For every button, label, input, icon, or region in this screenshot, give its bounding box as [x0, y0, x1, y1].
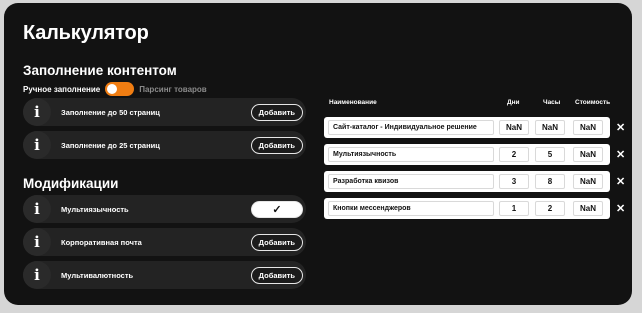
check-icon[interactable]: ✓ — [251, 200, 303, 218]
column-header-name: Наименование — [329, 99, 377, 106]
row-name: Кнопки мессенджеров — [328, 201, 494, 216]
row-name: Разработка квизов — [328, 174, 494, 189]
option-label: Заполнение до 25 страниц — [61, 140, 160, 150]
fill-mode-switch[interactable] — [105, 82, 135, 96]
page-title: Калькулятор — [23, 22, 149, 44]
table-row: Кнопки мессенджеров 1 2 NaN — [324, 198, 610, 219]
option-label: Заполнение до 50 страниц — [61, 107, 160, 117]
option-row: i Мультиязычность ✓ — [23, 195, 306, 223]
info-icon[interactable]: i — [23, 261, 51, 289]
info-icon[interactable]: i — [23, 195, 51, 223]
row-cost: NaN — [573, 174, 603, 189]
add-button[interactable]: Добавить — [250, 103, 303, 121]
row-days[interactable]: 3 — [499, 174, 529, 189]
modifications-heading: Модификации — [23, 176, 119, 191]
add-button[interactable]: Добавить — [250, 136, 303, 154]
row-hours[interactable]: NaN — [535, 120, 565, 135]
option-label: Мультиязычность — [61, 204, 129, 214]
row-name: Мультиязычность — [328, 147, 494, 162]
option-row: i Заполнение до 50 страниц Добавить — [23, 98, 306, 126]
parsing-label: Парсинг товаров — [139, 84, 207, 94]
calculator-panel: Калькулятор Заполнение контентом Ручное … — [4, 3, 632, 305]
row-name: Сайт-каталог - Индивидуальное решение — [328, 120, 494, 135]
option-label: Корпоративная почта — [61, 237, 142, 247]
table-row: Мультиязычность 2 5 NaN — [324, 144, 610, 165]
info-icon[interactable]: i — [23, 131, 51, 159]
manual-fill-label: Ручное заполнение — [23, 84, 101, 94]
close-icon[interactable]: ✕ — [616, 202, 625, 215]
column-header-days: Дни — [507, 99, 520, 106]
option-row: i Заполнение до 25 страниц Добавить — [23, 131, 306, 159]
row-cost: NaN — [573, 120, 603, 135]
row-days[interactable]: NaN — [499, 120, 529, 135]
close-icon[interactable]: ✕ — [616, 121, 625, 134]
add-button[interactable]: Добавить — [250, 266, 303, 284]
column-header-cost: Стоимость — [575, 99, 611, 106]
table-row: Сайт-каталог - Индивидуальное решение Na… — [324, 117, 610, 138]
row-days[interactable]: 1 — [499, 201, 529, 216]
close-icon[interactable]: ✕ — [616, 175, 625, 188]
content-fill-heading: Заполнение контентом — [23, 63, 177, 78]
row-cost: NaN — [573, 147, 603, 162]
option-label: Мультивалютность — [61, 270, 134, 280]
close-icon[interactable]: ✕ — [616, 148, 625, 161]
info-icon[interactable]: i — [23, 228, 51, 256]
table-row: Разработка квизов 3 8 NaN — [324, 171, 610, 192]
switch-knob — [107, 84, 118, 94]
row-cost: NaN — [573, 201, 603, 216]
option-row: i Мультивалютность Добавить — [23, 261, 306, 289]
info-icon[interactable]: i — [23, 98, 51, 126]
row-hours[interactable]: 2 — [535, 201, 565, 216]
column-header-hours: Часы — [543, 99, 561, 106]
add-button[interactable]: Добавить — [250, 233, 303, 251]
fill-mode-toggle-row: Ручное заполнение Парсинг товаров — [23, 82, 207, 96]
row-days[interactable]: 2 — [499, 147, 529, 162]
row-hours[interactable]: 5 — [535, 147, 565, 162]
row-hours[interactable]: 8 — [535, 174, 565, 189]
option-row: i Корпоративная почта Добавить — [23, 228, 306, 256]
